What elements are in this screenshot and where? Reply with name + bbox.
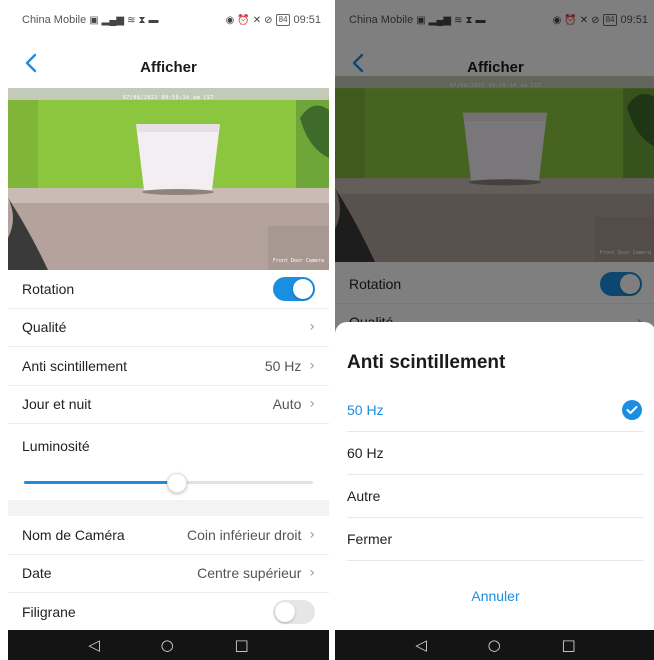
triangle-back-icon[interactable]: ◁ [415, 636, 427, 654]
rotation-label: Rotation [22, 280, 75, 297]
hd-icon: ▣ [89, 14, 99, 26]
cancel-button[interactable]: Annuler [335, 588, 654, 604]
option-label: 50 Hz [347, 402, 384, 418]
sheet-title: Anti scintillement [347, 352, 506, 373]
chevron-right-icon: › [309, 396, 315, 413]
anti-flicker-label: Anti scintillement [22, 357, 128, 374]
day-night-label: Jour et nuit [22, 396, 92, 413]
anti-flicker-sheet: Anti scintillement 50 Hz 60 Hz Autre Fer… [335, 322, 654, 630]
brightness-row: Luminosité [8, 424, 329, 500]
check-circle-icon [622, 400, 642, 420]
watermark-toggle[interactable] [273, 599, 315, 624]
brightness-label: Luminosité [22, 438, 90, 454]
day-night-value: Auto [272, 396, 302, 413]
option-other[interactable]: Autre [347, 475, 644, 518]
alarm-icon: ⏰ [237, 14, 250, 26]
quality-label: Qualité [22, 319, 67, 336]
nfc-icon: ⊘ [264, 14, 273, 26]
date-row[interactable]: Date Centre supérieur › [8, 554, 329, 593]
option-label: 60 Hz [347, 445, 384, 461]
option-50hz[interactable]: 50 Hz [347, 389, 644, 432]
section-divider [8, 500, 329, 516]
camera-preview[interactable]: 07/08/2022 09:50:14 am CST Front Door Ca… [8, 88, 329, 270]
circle-home-icon[interactable]: ○ [161, 636, 174, 654]
option-off[interactable]: Fermer [347, 518, 644, 561]
triangle-back-icon[interactable]: ◁ [88, 636, 100, 654]
day-night-row[interactable]: Jour et nuit Auto › [8, 385, 329, 424]
eye-icon: ◉ [225, 14, 235, 26]
brightness-slider[interactable] [22, 473, 315, 493]
quality-row[interactable]: Qualité › [8, 308, 329, 347]
settings-list: Rotation Qualité › Anti scintillement 50… [8, 270, 329, 632]
screenshot-stage: China Mobile ▣ ▂▄▆ ≋ ⧗ ▬ ◉ ⏰ ✕ ⊘ 84 09:5… [0, 0, 654, 660]
toggle-knob [293, 278, 313, 299]
anti-flicker-row[interactable]: Anti scintillement 50 Hz › [8, 347, 329, 386]
preview-camera-name: Front Door Camera [272, 258, 324, 264]
rotation-toggle[interactable] [273, 276, 315, 301]
system-nav-bar: ◁ ○ □ [8, 630, 329, 660]
camera-feed-image [8, 88, 329, 270]
phone-screen-settings: China Mobile ▣ ▂▄▆ ≋ ⧗ ▬ ◉ ⏰ ✕ ⊘ 84 09:5… [8, 0, 329, 660]
option-60hz[interactable]: 60 Hz [347, 432, 644, 475]
rotation-row: Rotation [8, 270, 329, 309]
chevron-right-icon: › [309, 526, 315, 543]
camera-name-label: Nom de Caméra [22, 526, 125, 543]
wifi-icon: ≋ [127, 14, 136, 26]
clock: 09:51 [293, 14, 321, 26]
date-label: Date [22, 565, 52, 582]
status-bar: China Mobile ▣ ▂▄▆ ≋ ⧗ ▬ ◉ ⏰ ✕ ⊘ 84 09:5… [8, 0, 329, 40]
camera-name-value: Coin inférieur droit [187, 526, 302, 543]
app-header: Afficher [8, 40, 329, 88]
watermark-label: Filigrane [22, 603, 76, 620]
square-recent-icon[interactable]: □ [234, 636, 248, 654]
status-left: China Mobile ▣ ▂▄▆ ≋ ⧗ ▬ [22, 14, 159, 26]
phone-screen-anti-flicker-sheet: China Mobile ▣ ▂▄▆ ≋ ⧗ ▬ ◉ ⏰ ✕ ⊘ 84 09:5… [335, 0, 654, 660]
slider-thumb[interactable] [167, 473, 188, 493]
watermark-row: Filigrane [8, 593, 329, 632]
status-right: ◉ ⏰ ✕ ⊘ 84 09:51 [226, 14, 321, 26]
carrier-label: China Mobile [22, 14, 87, 26]
camera-name-row[interactable]: Nom de Caméra Coin inférieur droit › [8, 516, 329, 555]
battery-icon: 84 [275, 14, 291, 26]
mute-icon: ✕ [252, 14, 262, 26]
message-icon: ▬ [148, 14, 159, 26]
slider-fill [24, 481, 178, 484]
preview-timestamp: 07/08/2022 09:50:14 am CST [122, 95, 215, 101]
checkmark-glyph [626, 406, 638, 414]
signal-icon: ▂▄▆ [101, 14, 125, 26]
hourglass-icon: ⧗ [138, 14, 146, 26]
circle-home-icon[interactable]: ○ [488, 636, 501, 654]
option-label: Fermer [347, 531, 393, 547]
option-label: Autre [347, 488, 381, 504]
chevron-right-icon: › [309, 319, 315, 336]
page-title: Afficher [140, 59, 197, 76]
toggle-knob [275, 601, 295, 622]
date-value: Centre supérieur [197, 565, 302, 582]
chevron-right-icon: › [309, 565, 315, 582]
system-nav-bar: ◁ ○ □ [335, 630, 654, 660]
chevron-right-icon: › [309, 357, 315, 374]
anti-flicker-value: 50 Hz [264, 357, 302, 374]
square-recent-icon[interactable]: □ [561, 636, 575, 654]
